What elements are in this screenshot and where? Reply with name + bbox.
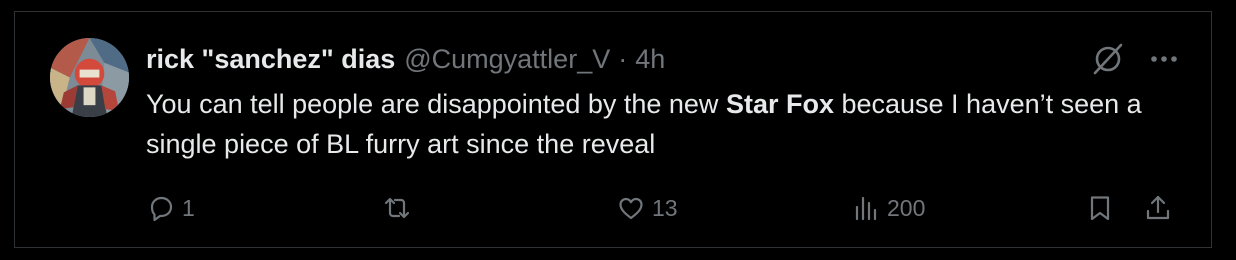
bookmark-button[interactable]: [1085, 188, 1115, 228]
bookmark-icon: [1090, 196, 1110, 221]
author-handle[interactable]: @Cumgyattler_V: [404, 44, 610, 75]
author-display-name[interactable]: rick "sanchez" dias: [146, 44, 395, 75]
grok-icon: [1093, 43, 1123, 75]
reply-icon: [150, 196, 173, 222]
avatar-image: [50, 38, 129, 117]
post-header: rick "sanchez" dias @Cumgyattler_V · 4h: [146, 39, 665, 79]
views-count: 200: [887, 194, 926, 221]
post-text-part-1: You can tell people are disappointed by …: [146, 89, 726, 119]
avatar[interactable]: [50, 38, 129, 117]
meta-separator: ·: [618, 43, 628, 74]
reply-count: 1: [182, 194, 195, 221]
grok-button[interactable]: [1089, 40, 1127, 78]
like-button[interactable]: 13: [616, 188, 678, 228]
repost-icon: [384, 197, 410, 219]
post-card[interactable]: rick "sanchez" dias @Cumgyattler_V · 4h …: [14, 12, 1212, 248]
analytics-icon: [855, 196, 877, 221]
share-button[interactable]: [1143, 188, 1173, 228]
like-count: 13: [652, 194, 678, 221]
post-text: You can tell people are disappointed by …: [146, 84, 1186, 164]
action-bar: 1 13 200: [15, 188, 1211, 228]
post-timestamp[interactable]: 4h: [635, 44, 665, 75]
share-icon: [1146, 195, 1170, 220]
reply-button[interactable]: 1: [146, 188, 195, 228]
heart-icon: [619, 197, 643, 220]
views-button[interactable]: 200: [851, 188, 925, 228]
more-options-button[interactable]: [1145, 40, 1183, 78]
post-text-bold: Star Fox: [725, 89, 834, 119]
repost-button[interactable]: [382, 188, 418, 228]
more-icon: [1151, 56, 1177, 62]
